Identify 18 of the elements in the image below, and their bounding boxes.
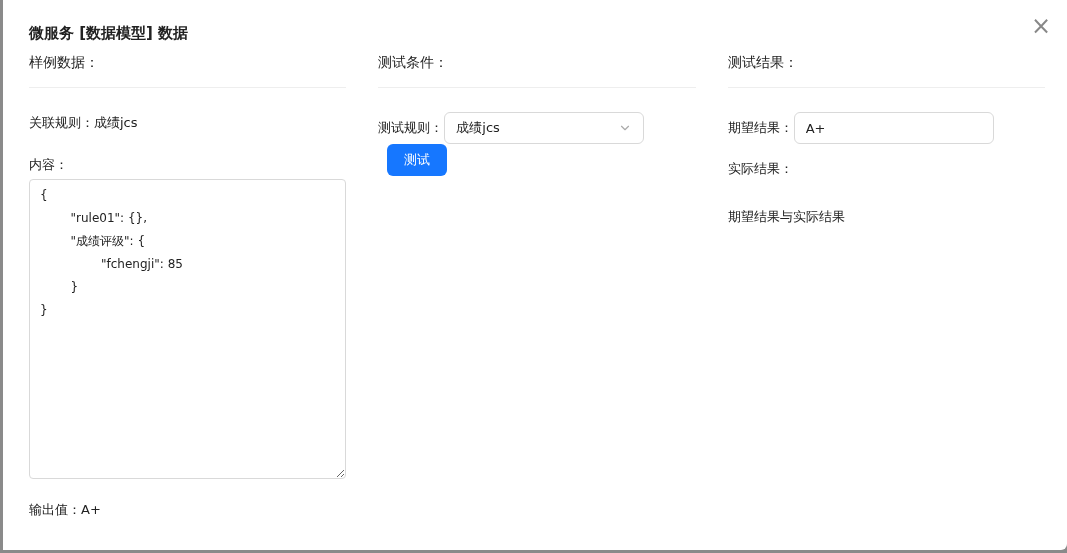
section-heading: 测试条件： xyxy=(378,54,449,70)
test-rule-label: 测试规则： xyxy=(378,119,444,137)
content-textarea[interactable]: { "rule01": {}, "成绩评级": { "fchengji": 85 } } xyxy=(29,179,347,479)
dialog-title: 微服务 [数据模型] 数据 xyxy=(29,23,190,44)
section-heading: 样例数据： xyxy=(29,54,99,70)
rule-select[interactable]: 成绩jcs xyxy=(444,112,645,144)
section-heading: 测试结果： xyxy=(727,54,798,70)
comparison-text: 期望结果与实际结果 xyxy=(727,208,846,226)
output-label: 输出值： xyxy=(29,502,81,517)
content-label: 内容： xyxy=(29,156,69,174)
linked-rule-label: 关联规则： xyxy=(29,115,94,130)
output-value: A+ xyxy=(81,502,101,517)
expected-result-label: 期望结果： xyxy=(727,119,793,137)
linked-rule-value: 成绩jcs xyxy=(94,115,138,130)
close-button[interactable]: × xyxy=(1030,14,1051,38)
actual-result-label: 实际结果： xyxy=(727,160,794,178)
test-button[interactable]: 测试 xyxy=(387,144,448,176)
expected-result-field[interactable]: A+ xyxy=(793,112,994,144)
